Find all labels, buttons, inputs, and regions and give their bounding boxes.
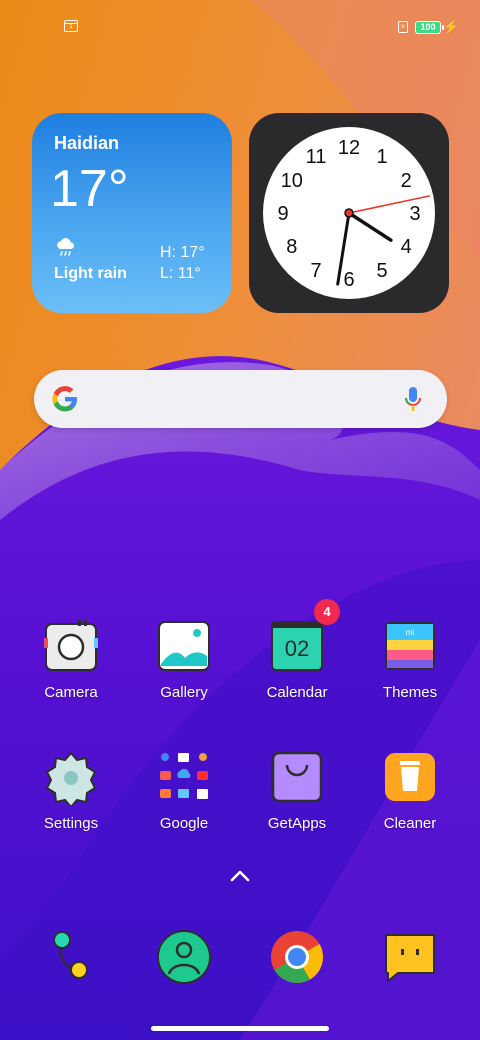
- app-cleaner[interactable]: Cleaner: [355, 751, 465, 861]
- clock-widget[interactable]: 12 1 2 3 4 5 6 7 8 9 10 11: [249, 113, 449, 313]
- app-google-folder[interactable]: Google: [129, 751, 239, 861]
- weather-temperature: 17°: [50, 160, 129, 218]
- weather-widget[interactable]: Haidian 17° Light rain H: 17° L: 11°: [32, 113, 232, 313]
- notification-badge: 4: [314, 599, 340, 625]
- clock-numeral: 5: [376, 260, 387, 282]
- settings-gear-icon: [45, 751, 97, 805]
- themes-icon: mi: [385, 622, 435, 670]
- clock-numeral: 10: [281, 170, 303, 192]
- clock-numeral: 7: [310, 260, 321, 282]
- contacts-icon[interactable]: [156, 929, 212, 985]
- weather-low: L: 11°: [160, 265, 201, 282]
- app-label: Camera: [44, 684, 98, 701]
- clock-face: 12 12 3 45678 9 1011: [263, 127, 435, 299]
- app-label: Cleaner: [383, 815, 437, 832]
- app-label: Calendar: [266, 684, 328, 701]
- microphone-icon[interactable]: [398, 384, 428, 414]
- no-sim-icon: ×: [398, 21, 408, 33]
- app-gallery[interactable]: Gallery: [129, 620, 239, 730]
- svg-text:mi: mi: [406, 628, 415, 637]
- app-camera[interactable]: Camera: [16, 620, 126, 730]
- clock-numeral: 12: [338, 137, 360, 159]
- cleaner-trash-icon: [385, 753, 435, 801]
- google-folder-icon: [160, 753, 208, 799]
- app-label: GetApps: [267, 815, 327, 832]
- app-label: Settings: [43, 815, 99, 832]
- app-label: Gallery: [160, 684, 208, 701]
- getapps-bag-icon: [271, 751, 323, 803]
- calendar-icon: 02: [271, 621, 323, 671]
- phone-icon[interactable]: [43, 929, 99, 985]
- app-label: Themes: [382, 684, 438, 701]
- messages-icon[interactable]: [382, 929, 438, 985]
- bolt-icon: ⚡: [443, 19, 460, 34]
- weather-high: H: 17°: [160, 244, 205, 261]
- battery-icon: 100: [415, 21, 444, 34]
- weather-condition: Light rain: [54, 265, 127, 282]
- app-getapps[interactable]: GetApps: [242, 751, 352, 861]
- google-g-icon: [52, 386, 77, 412]
- clock-numeral: 2: [401, 170, 412, 192]
- clock-numeral: 6: [343, 269, 354, 291]
- home-indicator[interactable]: [151, 1026, 329, 1031]
- calendar-notification-icon: 1: [64, 20, 78, 32]
- svg-text:02: 02: [285, 636, 309, 661]
- clock-numeral: 3: [409, 203, 420, 225]
- clock-numeral: 9: [277, 203, 288, 225]
- clock-numeral: 8: [286, 236, 297, 258]
- camera-icon: [44, 620, 98, 671]
- weather-city: Haidian: [54, 133, 120, 153]
- chrome-icon[interactable]: [269, 929, 325, 985]
- clock-numeral: 1: [376, 146, 387, 168]
- app-label: Google: [159, 815, 209, 832]
- app-themes[interactable]: mi Themes: [355, 620, 465, 730]
- app-calendar[interactable]: 02 Calendar: [242, 620, 352, 730]
- clock-numeral: 11: [306, 146, 327, 168]
- clock-numeral: 4: [401, 236, 412, 258]
- gallery-icon: [158, 621, 210, 671]
- rain-cloud-icon: [54, 236, 78, 265]
- app-settings[interactable]: Settings: [16, 751, 126, 861]
- battery-level: 100: [420, 22, 436, 32]
- chevron-up-icon[interactable]: [228, 866, 252, 886]
- google-search-bar[interactable]: [34, 370, 447, 428]
